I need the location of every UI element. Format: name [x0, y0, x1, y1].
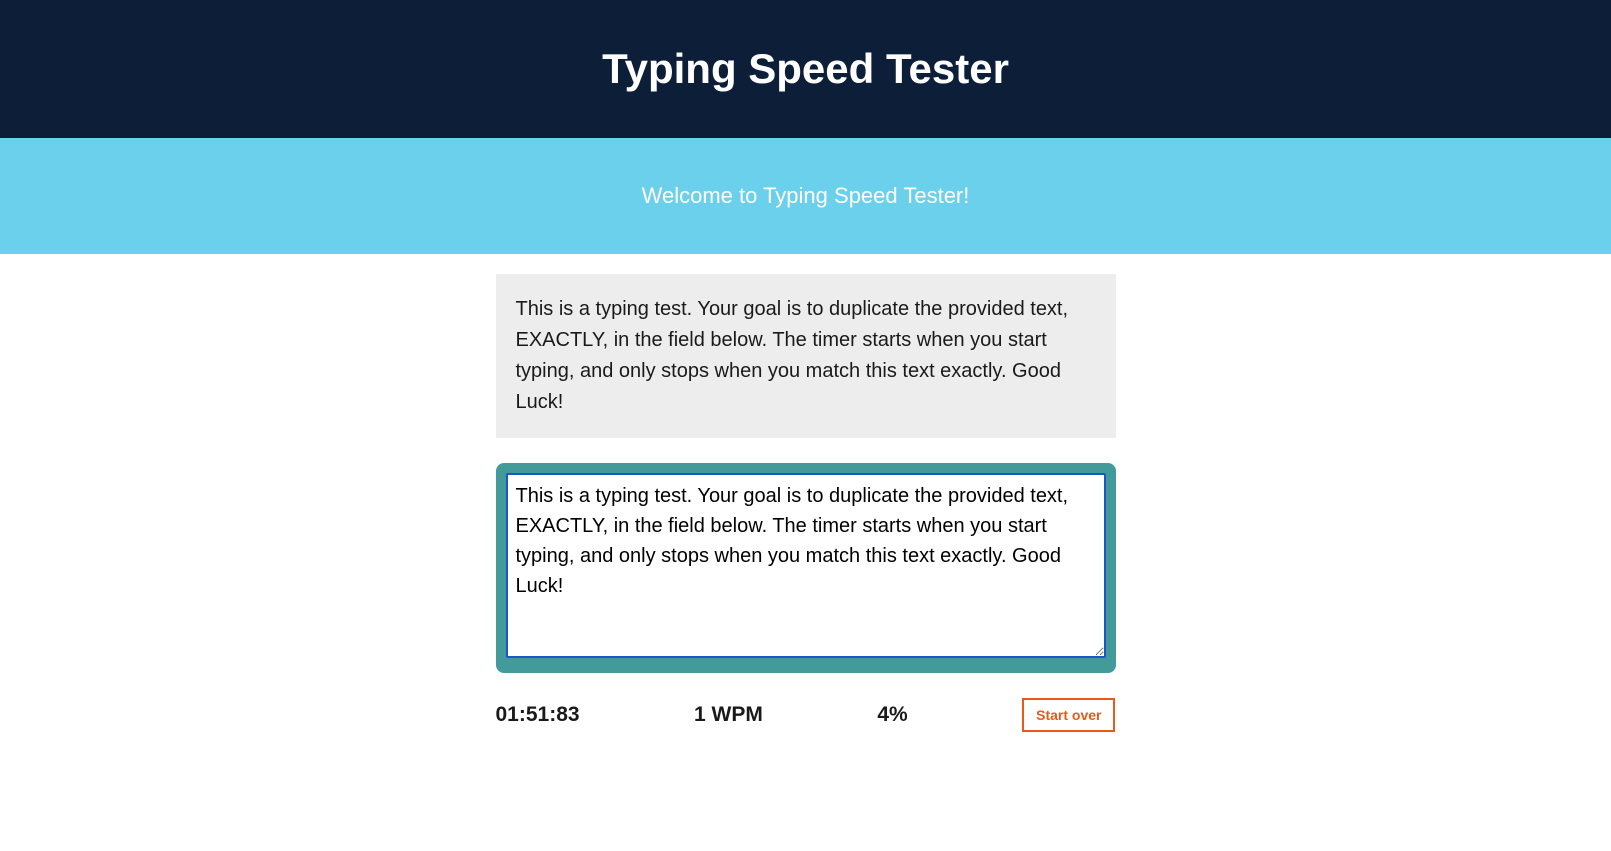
- welcome-banner: Welcome to Typing Speed Tester!: [0, 138, 1611, 254]
- instructions-text: This is a typing test. Your goal is to d…: [516, 298, 1069, 413]
- welcome-text: Welcome to Typing Speed Tester!: [642, 183, 970, 208]
- start-over-button[interactable]: Start over: [1022, 698, 1115, 732]
- instructions-panel: This is a typing test. Your goal is to d…: [496, 274, 1116, 438]
- stats-bar: 01:51:83 1 WPM 4% Start over: [496, 698, 1116, 732]
- timer-value: 01:51:83: [496, 703, 580, 727]
- accuracy-value: 4%: [877, 703, 907, 727]
- page-title: Typing Speed Tester: [20, 45, 1591, 93]
- wpm-value: 1 WPM: [694, 703, 763, 727]
- typing-box-wrapper: [496, 463, 1116, 673]
- main-content: This is a typing test. Your goal is to d…: [486, 274, 1126, 732]
- page-header: Typing Speed Tester: [0, 0, 1611, 138]
- typing-input[interactable]: [506, 473, 1106, 658]
